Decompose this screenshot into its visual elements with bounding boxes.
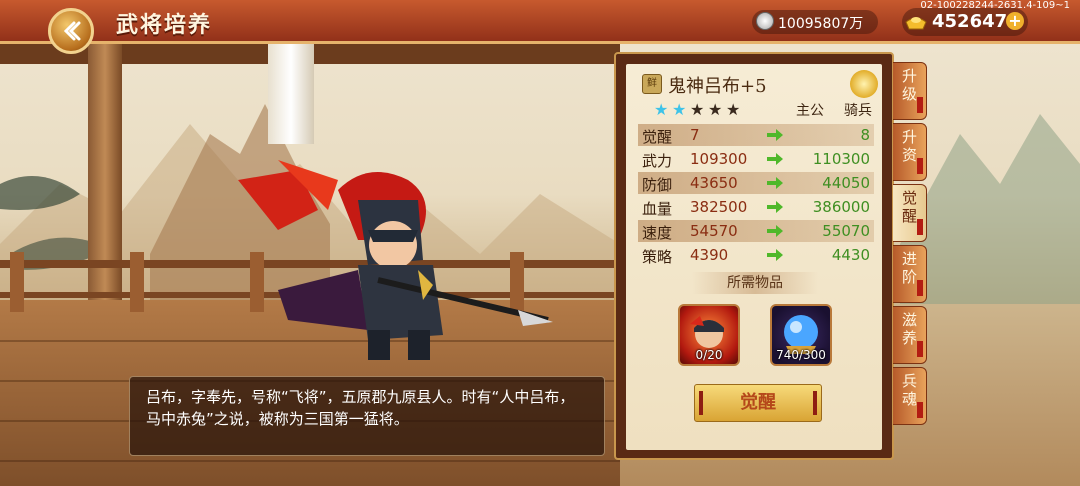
arrow-right-icon: [767, 225, 783, 237]
stat-current-value: 43650: [690, 174, 738, 192]
ribbon-icon: [917, 402, 923, 418]
server-info: 02-100228244-2631.4-109~1: [920, 0, 1070, 11]
side-tab-0[interactable]: 升级: [893, 62, 927, 120]
stat-next-value: 44050: [822, 174, 870, 192]
arrow-right-icon: [767, 129, 783, 141]
stat-current-value: 54570: [690, 222, 738, 240]
game-scene: 武将培养 10095807万 452647 + 02-100228244-263…: [0, 0, 1080, 486]
stat-next-value: 8: [860, 126, 870, 144]
stat-name: 觉醒: [642, 128, 673, 146]
stat-next-value: 386000: [812, 198, 870, 216]
arrow-right-icon: [767, 249, 783, 261]
ribbon-icon: [917, 158, 923, 174]
star-empty-icon: ★: [726, 100, 741, 119]
stat-current-value: 7: [690, 126, 700, 144]
hero-name: 鬼神吕布+5: [668, 76, 767, 97]
stat-next-value: 4430: [831, 246, 870, 264]
star-filled-icon: ★: [654, 100, 669, 119]
hero-badge: 鲜: [642, 74, 662, 94]
stat-row: 防御 43650 44050: [638, 172, 874, 194]
gold-value: 452647: [932, 11, 1008, 32]
stat-name: 血量: [642, 200, 673, 218]
hero-description: 吕布，字奉先，号称“飞将”，五原郡九原县人。时有“人中吕布，马中赤兔”之说，被称…: [129, 376, 605, 456]
stat-row: 觉醒 7 8: [638, 124, 874, 146]
hero-fragment-item[interactable]: 0/20: [678, 304, 740, 366]
star-empty-icon: ★: [690, 100, 705, 119]
stat-next-value: 55070: [822, 222, 870, 240]
arrow-right-icon: [767, 177, 783, 189]
star-empty-icon: ★: [708, 100, 723, 119]
side-tab-label: 升资: [901, 128, 917, 164]
stat-row: 速度 54570 55070: [638, 220, 874, 242]
required-items-header: 所需物品: [692, 272, 818, 294]
silver-coin-icon: [756, 12, 774, 30]
stat-name: 速度: [642, 224, 673, 242]
silver-currency: 10095807万: [752, 10, 878, 34]
stat-current-value: 109300: [690, 150, 748, 168]
awakening-orb-item[interactable]: 740/300: [770, 304, 832, 366]
stat-name: 武力: [642, 152, 673, 170]
star-filled-icon: ★: [672, 100, 687, 119]
side-tab-3[interactable]: 进阶: [893, 245, 927, 303]
awaken-button-label: 觉醒: [740, 392, 776, 413]
back-arrow-icon: [63, 21, 81, 41]
stat-row: 策略 4390 4430: [638, 244, 874, 266]
hero-character-lu-bu: [238, 160, 553, 360]
side-tab-label: 进阶: [901, 250, 917, 286]
side-tab-2[interactable]: 觉醒: [893, 184, 927, 242]
ribbon-icon: [917, 219, 923, 235]
item-count: 0/20: [695, 348, 723, 362]
silver-value: 10095807万: [778, 16, 864, 32]
gold-currency: 452647 +: [902, 8, 1028, 36]
ribbon-icon: [917, 341, 923, 357]
hero-info-panel: 鲜 鬼神吕布+5 ★ ★ ★ ★ ★ 主公 骑兵 觉醒 7 8 武力 109300 110300 防…: [614, 52, 894, 460]
side-tab-4[interactable]: 滋养: [893, 306, 927, 364]
side-tab-label: 觉醒: [901, 189, 917, 225]
side-tab-label: 兵魂: [901, 372, 917, 408]
hero-troop-type: 骑兵: [844, 103, 872, 119]
stat-current-value: 4390: [690, 246, 729, 264]
side-tab-1[interactable]: 升资: [893, 123, 927, 181]
top-bar: 武将培养 10095807万 452647 + 02-100228244-263…: [0, 0, 1080, 44]
awaken-button[interactable]: 觉醒: [694, 384, 822, 422]
stat-row: 血量 382500 386000: [638, 196, 874, 218]
side-tab-label: 升级: [901, 67, 917, 103]
add-gold-button[interactable]: +: [1006, 12, 1024, 30]
arrow-right-icon: [767, 153, 783, 165]
ribbon-icon: [917, 280, 923, 296]
stat-current-value: 382500: [690, 198, 748, 216]
stat-row: 武力 109300 110300: [638, 148, 874, 170]
side-tab-label: 滋养: [901, 311, 917, 347]
stat-next-value: 110300: [812, 150, 870, 168]
page-title: 武将培养: [116, 13, 213, 38]
back-button[interactable]: [48, 8, 94, 54]
side-tab-5[interactable]: 兵魂: [893, 367, 927, 425]
arrow-right-icon: [767, 201, 783, 213]
pillar-mid: [268, 44, 314, 144]
stat-name: 防御: [642, 176, 673, 194]
ribbon-icon: [917, 97, 923, 113]
hero-role: 主公: [796, 103, 824, 119]
gold-ingot-icon: [905, 17, 927, 30]
item-count: 740/300: [776, 348, 826, 362]
cavalry-class-icon: [850, 70, 878, 98]
stat-name: 策略: [642, 248, 673, 266]
